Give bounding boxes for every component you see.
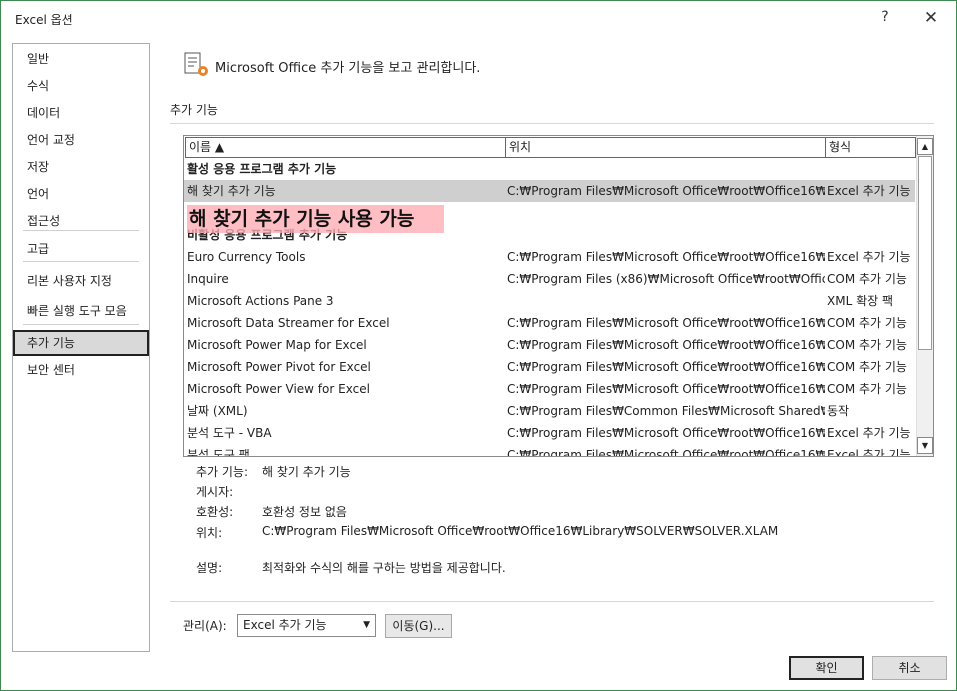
window-title: Excel 옵션 [15, 13, 73, 27]
row-type: COM 추가 기능 [827, 382, 907, 396]
row-location: C:₩Program Files₩Microsoft Office₩root₩O… [507, 360, 825, 374]
manage-dropdown-value: Excel 추가 기능 [243, 618, 327, 632]
page-heading: Microsoft Office 추가 기능을 보고 관리합니다. [215, 61, 481, 76]
table-row[interactable]: 날짜 (XML) C:₩Program Files₩Common Files₩M… [184, 400, 915, 422]
help-button[interactable]: ? [875, 9, 895, 29]
manage-label: 관리(A): [183, 619, 227, 633]
row-location: C:₩Program Files₩Microsoft Office₩root₩O… [507, 316, 825, 330]
row-type: COM 추가 기능 [827, 316, 907, 330]
row-name: Euro Currency Tools [187, 250, 306, 264]
scroll-down-icon[interactable]: ▼ [917, 437, 933, 454]
sidebar-item-save[interactable]: 저장 [13, 154, 149, 180]
sidebar-item-general[interactable]: 일반 [13, 46, 149, 72]
scrollbar-thumb[interactable] [918, 156, 932, 350]
excel-options-dialog: Excel 옵션 ? ✕ 일반 수식 데이터 언어 교정 저장 언어 접근성 고… [0, 0, 957, 691]
row-type: COM 추가 기능 [827, 272, 907, 286]
detail-location-label: 위치: [196, 526, 223, 540]
row-location: C:₩Program Files (x86)₩Microsoft Office₩… [507, 272, 825, 286]
chevron-down-icon: ▼ [363, 620, 370, 630]
row-type: 동작 [827, 404, 850, 418]
row-name: Microsoft Power Pivot for Excel [187, 360, 371, 374]
row-location: C:₩Program Files₩Microsoft Office₩root₩O… [507, 184, 825, 198]
cancel-button[interactable]: 취소 [872, 656, 947, 680]
row-type: COM 추가 기능 [827, 338, 907, 352]
row-location: C:₩Program Files₩Common Files₩Microsoft … [507, 404, 825, 418]
detail-publisher-label: 게시자: [196, 485, 234, 499]
detail-addin-value: 해 찾기 추가 기능 [262, 465, 351, 479]
sidebar-item-advanced[interactable]: 고급 [13, 236, 149, 262]
manage-divider [170, 601, 934, 602]
table-row[interactable]: 분석 도구 팩 C:₩Program Files₩Microsoft Offic… [184, 444, 915, 457]
table-row[interactable]: Microsoft Actions Pane 3 XML 확장 팩 [184, 290, 915, 312]
sidebar-item-language[interactable]: 언어 [13, 181, 149, 207]
row-location: C:₩Program Files₩Microsoft Office₩root₩O… [507, 448, 825, 457]
group-header-active: 활성 응용 프로그램 추가 기능 [184, 158, 915, 180]
detail-description-value: 최적화와 수식의 해를 구하는 방법을 제공합니다. [262, 561, 506, 575]
sidebar-item-trust-center[interactable]: 보안 센터 [13, 357, 149, 383]
table-row[interactable]: 분석 도구 - VBA C:₩Program Files₩Microsoft O… [184, 422, 915, 444]
section-divider [170, 123, 934, 124]
sidebar-item-customize-ribbon[interactable]: 리본 사용자 지정 [13, 268, 149, 294]
sidebar-separator [23, 261, 139, 262]
title-bar: Excel 옵션 ? ✕ [1, 1, 956, 37]
addins-gear-icon [184, 52, 208, 76]
table-row[interactable]: Inquire C:₩Program Files (x86)₩Microsoft… [184, 268, 915, 290]
row-name: 분석 도구 팩 [187, 448, 250, 457]
annotation-callout: 해 찾기 추가 기능 사용 가능 [187, 205, 444, 233]
detail-location-value: C:₩Program Files₩Microsoft Office₩root₩O… [262, 524, 779, 538]
row-name: 해 찾기 추가 기능 [187, 184, 276, 198]
sidebar-item-formulas[interactable]: 수식 [13, 73, 149, 99]
detail-compat-value: 호환성 정보 없음 [262, 505, 347, 519]
detail-description-label: 설명: [196, 561, 223, 575]
table-row[interactable]: Euro Currency Tools C:₩Program Files₩Mic… [184, 246, 915, 268]
table-row[interactable]: Microsoft Power View for Excel C:₩Progra… [184, 378, 915, 400]
row-type: XML 확장 팩 [827, 294, 894, 308]
vertical-scrollbar[interactable]: ▲ ▼ [916, 136, 933, 456]
row-name: Inquire [187, 272, 229, 286]
column-header-location[interactable]: 위치 [505, 137, 826, 158]
group-label: 활성 응용 프로그램 추가 기능 [187, 162, 337, 176]
row-name: 날짜 (XML) [187, 404, 248, 418]
row-type: Excel 추가 기능 [827, 250, 911, 264]
manage-dropdown[interactable]: Excel 추가 기능 ▼ [237, 614, 376, 637]
row-type: Excel 추가 기능 [827, 448, 911, 457]
row-type: Excel 추가 기능 [827, 184, 911, 198]
ok-button[interactable]: 확인 [789, 656, 864, 680]
scroll-up-icon[interactable]: ▲ [917, 138, 933, 155]
sidebar-separator [23, 324, 139, 325]
row-type: Excel 추가 기능 [827, 426, 911, 440]
row-name: Microsoft Data Streamer for Excel [187, 316, 390, 330]
addins-table[interactable]: 이름 ▲ 위치 형식 활성 응용 프로그램 추가 기능 해 찾기 추가 기능 C… [183, 135, 934, 457]
column-header-type[interactable]: 형식 [825, 137, 916, 158]
sidebar-item-proofing[interactable]: 언어 교정 [13, 127, 149, 153]
table-row[interactable]: Microsoft Power Map for Excel C:₩Program… [184, 334, 915, 356]
detail-addin-label: 추가 기능: [196, 465, 249, 479]
table-row-selected[interactable]: 해 찾기 추가 기능 C:₩Program Files₩Microsoft Of… [184, 180, 915, 202]
go-button[interactable]: 이동(G)... [385, 614, 452, 638]
row-type: COM 추가 기능 [827, 360, 907, 374]
row-location: C:₩Program Files₩Microsoft Office₩root₩O… [507, 426, 825, 440]
sidebar-item-quick-access-toolbar[interactable]: 빠른 실행 도구 모음 [13, 298, 149, 324]
detail-compat-label: 호환성: [196, 505, 234, 519]
row-name: Microsoft Power Map for Excel [187, 338, 367, 352]
sidebar-item-data[interactable]: 데이터 [13, 100, 149, 126]
sidebar-item-addins[interactable]: 추가 기능 [13, 330, 149, 356]
row-location: C:₩Program Files₩Microsoft Office₩root₩O… [507, 338, 825, 352]
section-title: 추가 기능 [170, 103, 218, 117]
row-name: Microsoft Power View for Excel [187, 382, 370, 396]
sidebar-separator [23, 230, 139, 231]
addins-panel: Microsoft Office 추가 기능을 보고 관리합니다. 추가 기능 … [151, 37, 956, 691]
table-row[interactable]: Microsoft Power Pivot for Excel C:₩Progr… [184, 356, 915, 378]
column-header-name[interactable]: 이름 ▲ [185, 137, 506, 158]
table-row[interactable]: Microsoft Data Streamer for Excel C:₩Pro… [184, 312, 915, 334]
close-icon[interactable]: ✕ [919, 8, 943, 30]
row-location: C:₩Program Files₩Microsoft Office₩root₩O… [507, 382, 825, 396]
row-name: 분석 도구 - VBA [187, 426, 272, 440]
options-sidebar: 일반 수식 데이터 언어 교정 저장 언어 접근성 고급 리본 사용자 지정 빠… [12, 43, 150, 652]
row-location: C:₩Program Files₩Microsoft Office₩root₩O… [507, 250, 825, 264]
row-name: Microsoft Actions Pane 3 [187, 294, 334, 308]
